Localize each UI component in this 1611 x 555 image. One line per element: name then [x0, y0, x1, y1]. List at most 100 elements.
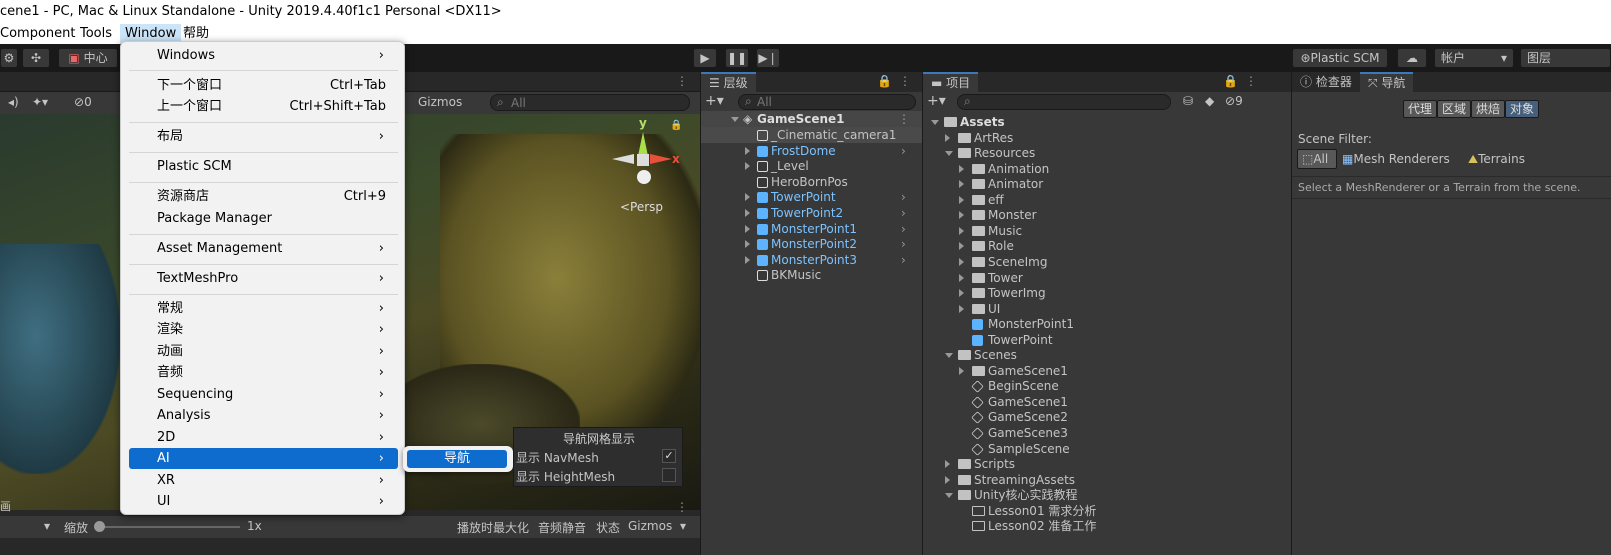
hidden-packages-toggle[interactable]: ⊘9: [1225, 94, 1243, 108]
project-tree-item[interactable]: GameScene1: [923, 394, 1291, 410]
filter-all-button[interactable]: ⬚All: [1297, 149, 1337, 169]
project-tree-item[interactable]: Resources: [923, 145, 1291, 161]
custom-tool-icon[interactable]: ✣: [22, 48, 50, 68]
menu-item-sequencing[interactable]: Sequencing ›: [129, 384, 398, 405]
menu-item-xr[interactable]: XR ›: [129, 470, 398, 491]
scene-search-input[interactable]: ⌕ All: [490, 94, 690, 111]
hierarchy-item[interactable]: _Level: [701, 158, 922, 174]
hierarchy-scene-root[interactable]: ◈ GameScene1 ⋮: [701, 111, 922, 127]
menu-tools[interactable]: Tools: [75, 24, 117, 44]
expand-arrow-icon[interactable]: [745, 162, 750, 171]
hierarchy-item[interactable]: TowerPoint ›: [701, 189, 922, 205]
mode-bake-button[interactable]: 烘焙: [1471, 100, 1505, 118]
cloud-icon[interactable]: ☁: [1397, 48, 1427, 68]
project-tree-item[interactable]: UI: [923, 301, 1291, 317]
filter-label-icon[interactable]: ◆: [1205, 94, 1214, 108]
pause-button[interactable]: ❚❚: [725, 48, 749, 68]
menu-item-资源商店[interactable]: 资源商店 Ctrl+9: [129, 186, 398, 207]
open-prefab-icon[interactable]: ›: [901, 205, 906, 221]
project-tree-item[interactable]: Lesson01 需求分析: [923, 503, 1291, 519]
more-options-icon[interactable]: ⋮: [1245, 74, 1257, 88]
menu-item-上一个窗口[interactable]: 上一个窗口 Ctrl+Shift+Tab: [129, 96, 398, 117]
hierarchy-item[interactable]: TowerPoint2 ›: [701, 205, 922, 221]
expand-arrow-icon[interactable]: [959, 273, 964, 282]
game-tab-label[interactable]: 画: [0, 498, 11, 514]
expand-arrow-icon[interactable]: [959, 304, 964, 313]
project-tree-item[interactable]: SampleScene: [923, 441, 1291, 457]
gizmos-dropdown[interactable]: Gizmos: [418, 95, 462, 109]
expand-arrow-icon[interactable]: [945, 151, 953, 157]
menu-item-package-manager[interactable]: Package Manager: [129, 208, 398, 229]
layers-dropdown[interactable]: 图层: [1520, 48, 1611, 68]
project-tree-item[interactable]: Animation: [923, 161, 1291, 177]
zoom-slider-handle[interactable]: [94, 521, 105, 532]
project-tree-item[interactable]: Scenes: [923, 347, 1291, 363]
project-tree-item[interactable]: Animator: [923, 176, 1291, 192]
project-tree-item[interactable]: Role: [923, 238, 1291, 254]
mode-object-button[interactable]: 对象: [1505, 100, 1539, 118]
hierarchy-item[interactable]: _Cinematic_camera1: [701, 127, 922, 143]
effects-icon[interactable]: ✦▾: [32, 95, 48, 109]
project-tree-item[interactable]: GameScene2: [923, 409, 1291, 425]
persp-label[interactable]: <Persp: [620, 200, 663, 214]
project-tree-item[interactable]: TowerImg: [923, 285, 1291, 301]
gear-tool-icon[interactable]: ⚙: [0, 48, 18, 68]
project-search-input[interactable]: ⌕: [957, 94, 1171, 110]
step-button[interactable]: ▶❘: [756, 48, 780, 68]
expand-arrow-icon[interactable]: [945, 493, 953, 499]
menu-item-布局[interactable]: 布局 ›: [129, 126, 398, 147]
menu-item-asset-management[interactable]: Asset Management ›: [129, 238, 398, 259]
account-dropdown[interactable]: 帐户 ▾: [1434, 48, 1514, 68]
project-tree-item[interactable]: StreamingAssets: [923, 472, 1291, 488]
project-tree-item[interactable]: MonsterPoint1: [923, 316, 1291, 332]
filter-mesh-renderers-button[interactable]: ▦Mesh Renderers: [1342, 151, 1450, 167]
expand-arrow-icon[interactable]: [745, 224, 750, 233]
menu-item-下一个窗口[interactable]: 下一个窗口 Ctrl+Tab: [129, 75, 398, 96]
stats-toggle[interactable]: 状态: [596, 519, 620, 536]
project-tree-item[interactable]: BeginScene: [923, 378, 1291, 394]
project-tree-item[interactable]: Assets: [923, 114, 1291, 130]
expand-arrow-icon[interactable]: [959, 257, 964, 266]
expand-arrow-icon[interactable]: [731, 117, 739, 122]
expand-arrow-icon[interactable]: [959, 164, 964, 173]
project-tree-item[interactable]: Music: [923, 223, 1291, 239]
show-navmesh-checkbox[interactable]: ✓: [662, 449, 676, 463]
menu-item-渲染[interactable]: 渲染 ›: [129, 319, 398, 340]
open-prefab-icon[interactable]: ›: [901, 221, 906, 237]
expand-arrow-icon[interactable]: [745, 209, 750, 217]
hierarchy-item[interactable]: HeroBornPos: [701, 174, 922, 190]
project-tree-item[interactable]: Lesson02 准备工作: [923, 518, 1291, 534]
maximize-on-play-toggle[interactable]: 播放时最大化: [457, 519, 529, 536]
menu-item-动画[interactable]: 动画 ›: [129, 341, 398, 362]
menu-component[interactable]: Component: [0, 24, 80, 44]
play-button[interactable]: ▶: [693, 48, 717, 68]
expand-arrow-icon[interactable]: [745, 240, 750, 249]
speaker-icon[interactable]: ◂): [8, 95, 19, 109]
project-tree-item[interactable]: Scripts: [923, 456, 1291, 472]
hierarchy-item[interactable]: BKMusic: [701, 267, 922, 283]
tab-project[interactable]: ▬ 项目: [923, 72, 979, 92]
expand-arrow-icon[interactable]: [959, 195, 964, 204]
project-tree-item[interactable]: GameScene1: [923, 363, 1291, 379]
more-options-icon[interactable]: ⋮: [899, 74, 911, 88]
menu-item-ui[interactable]: UI ›: [129, 491, 398, 512]
filter-type-icon[interactable]: ⛁: [1183, 94, 1193, 108]
expand-arrow-icon[interactable]: [945, 460, 950, 469]
lock-icon[interactable]: 🔒: [1223, 74, 1238, 88]
expand-arrow-icon[interactable]: [959, 289, 964, 298]
open-prefab-icon[interactable]: ›: [901, 252, 906, 268]
filter-terrains-button[interactable]: ⛰Terrains: [1468, 151, 1525, 167]
menu-item-音频[interactable]: 音频 ›: [129, 362, 398, 383]
more-options-icon[interactable]: ⋮: [676, 74, 688, 88]
project-tree-item[interactable]: Tower: [923, 270, 1291, 286]
expand-arrow-icon[interactable]: [959, 242, 964, 251]
open-prefab-icon[interactable]: ›: [901, 236, 906, 252]
hierarchy-item[interactable]: FrostDome ›: [701, 143, 922, 159]
mode-agents-button[interactable]: 代理: [1403, 100, 1437, 118]
menu-item-常规[interactable]: 常规 ›: [129, 298, 398, 319]
expand-arrow-icon[interactable]: [945, 133, 950, 142]
project-tree-item[interactable]: GameScene3: [923, 425, 1291, 441]
hierarchy-item[interactable]: MonsterPoint2 ›: [701, 236, 922, 252]
expand-arrow-icon[interactable]: [931, 120, 939, 125]
expand-arrow-icon[interactable]: [745, 146, 750, 155]
